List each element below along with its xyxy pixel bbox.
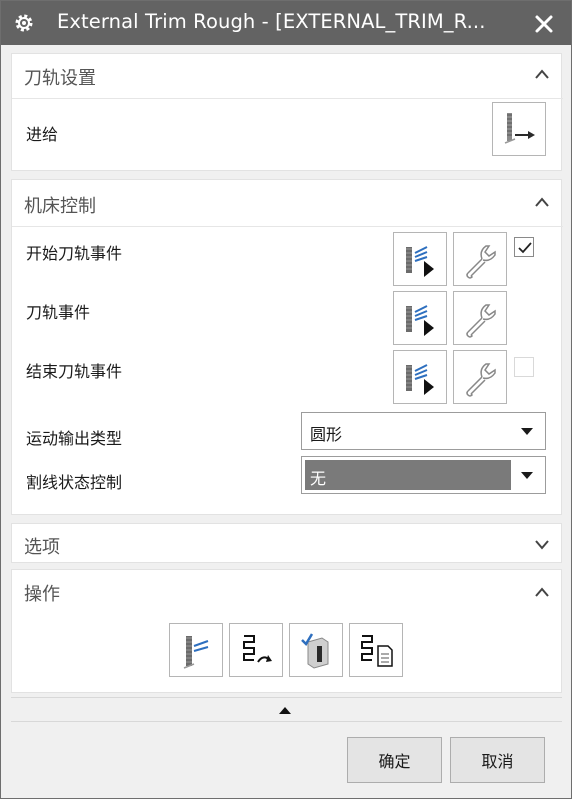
path-event-settings-button[interactable] [453,291,507,345]
wrench-icon [466,363,496,397]
gear-icon[interactable] [13,12,35,34]
wrench-icon [466,304,496,338]
path-event-icon [406,246,434,277]
feed-rate-button[interactable] [492,102,546,156]
ok-button[interactable]: 确定 [347,737,442,783]
start-path-event-edit-button[interactable] [393,232,447,286]
verify-button[interactable] [289,623,343,677]
cutline-control-value: 无 [310,469,327,488]
section-header-machine-control[interactable]: 机床控制 [24,192,96,218]
wrench-icon [466,245,496,279]
verify-icon [301,633,329,669]
close-icon[interactable] [532,12,556,36]
section-header-options[interactable]: 选项 [24,533,60,559]
section-header-actions[interactable]: 操作 [24,580,60,606]
list-button[interactable] [349,623,403,677]
chevron-up-icon[interactable] [534,68,550,80]
end-path-event-checkbox[interactable] [514,357,534,377]
actions-section: 操作 [11,569,562,693]
feed-rate-icon [504,113,535,144]
start-path-event-checkbox[interactable] [514,237,534,257]
cutline-selected-highlight [305,460,511,490]
section-header-path-settings[interactable]: 刀轨设置 [24,64,96,90]
end-path-event-label: 结束刀轨事件 [26,362,123,381]
motion-output-label: 运动输出类型 [26,429,123,448]
replay-button[interactable] [229,623,283,677]
window-title: External Trim Rough - [EXTERNAL_TRIM_R..… [57,10,486,33]
motion-output-value: 圆形 [310,425,343,444]
cancel-button[interactable]: 取消 [450,737,545,783]
chevron-up-icon[interactable] [534,196,550,208]
feed-label: 进给 [26,125,59,144]
path-event-edit-button[interactable] [393,291,447,345]
dropdown-arrow-icon [521,472,533,479]
chevron-down-icon[interactable] [534,538,550,550]
title-bar[interactable]: External Trim Rough - [EXTERNAL_TRIM_R..… [1,1,571,45]
machine-control-section: 机床控制 开始刀轨事件 刀轨事件 结束刀轨事件 运动输出类型 圆形 割线状态控制… [11,179,563,515]
path-event-icon [406,305,434,336]
path-event-label: 刀轨事件 [26,303,91,322]
cutline-control-select[interactable]: 无 [301,456,546,494]
start-path-event-settings-button[interactable] [453,232,507,286]
path-event-icon [406,364,434,395]
dialog-window: External Trim Rough - [EXTERNAL_TRIM_R..… [0,0,572,799]
end-path-event-edit-button[interactable] [393,350,447,404]
path-settings-section: 刀轨设置 进给 [11,53,563,171]
list-icon [361,635,393,667]
checkmark-icon [518,242,532,254]
generate-button[interactable] [169,623,223,677]
motion-output-select[interactable]: 圆形 [301,412,546,450]
chevron-up-icon[interactable] [534,586,550,598]
collapse-arrow-icon[interactable] [277,705,293,715]
options-section: 选项 [11,523,562,563]
replay-icon [243,635,272,663]
dropdown-arrow-icon [521,428,533,435]
start-path-event-label: 开始刀轨事件 [26,244,123,263]
end-path-event-settings-button[interactable] [453,350,507,404]
generate-path-icon [183,636,209,669]
cutline-control-label: 割线状态控制 [26,473,123,492]
